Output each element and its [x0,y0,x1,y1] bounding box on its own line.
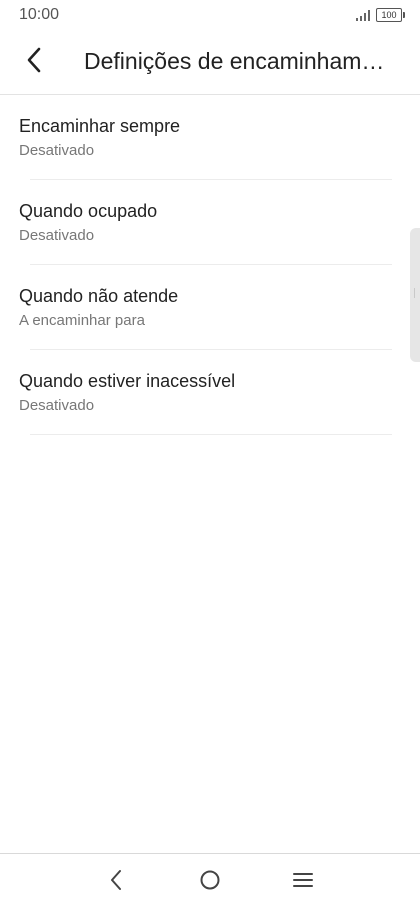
item-title: Quando estiver inacessível [19,371,236,391]
item-title: Quando ocupado [19,201,158,221]
back-arrow-icon [26,47,42,78]
list-item-when-unanswered[interactable]: Quando não atende A encaminhar para [0,265,420,350]
item-subtitle: Desativado [19,142,95,159]
nav-home-icon [199,869,221,896]
list-item-when-busy[interactable]: Quando ocupado Desativado [0,180,420,265]
nav-menu-icon [292,871,314,894]
item-title: Quando não atende [19,286,179,306]
navigation-bar [0,853,420,910]
back-button[interactable] [16,44,52,80]
divider [30,434,392,435]
page-title: Definições de encaminham… [84,48,385,74]
status-bar: 10:00 100 [0,0,420,30]
status-icons: 100 [356,8,405,22]
settings-list: Encaminhar sempre Desativado Quando ocup… [0,95,420,435]
list-item-forward-always[interactable]: Encaminhar sempre Desativado [0,95,420,180]
item-title: Encaminhar sempre [19,116,181,136]
item-subtitle: Desativado [19,227,95,244]
item-subtitle: Desativado [19,397,95,414]
nav-home-button[interactable] [196,868,224,896]
signal-icon [356,9,370,21]
nav-menu-button[interactable] [289,868,317,896]
list-item-when-unreachable[interactable]: Quando estiver inacessível Desativado [0,350,420,435]
battery-icon: 100 [376,8,405,22]
app-bar: Definições de encaminham… [0,32,420,95]
item-subtitle: A encaminhar para [19,312,145,329]
status-time: 10:00 [19,6,60,23]
edge-panel-handle[interactable] [410,228,420,362]
nav-back-icon [109,869,123,896]
nav-back-button[interactable] [102,868,130,896]
